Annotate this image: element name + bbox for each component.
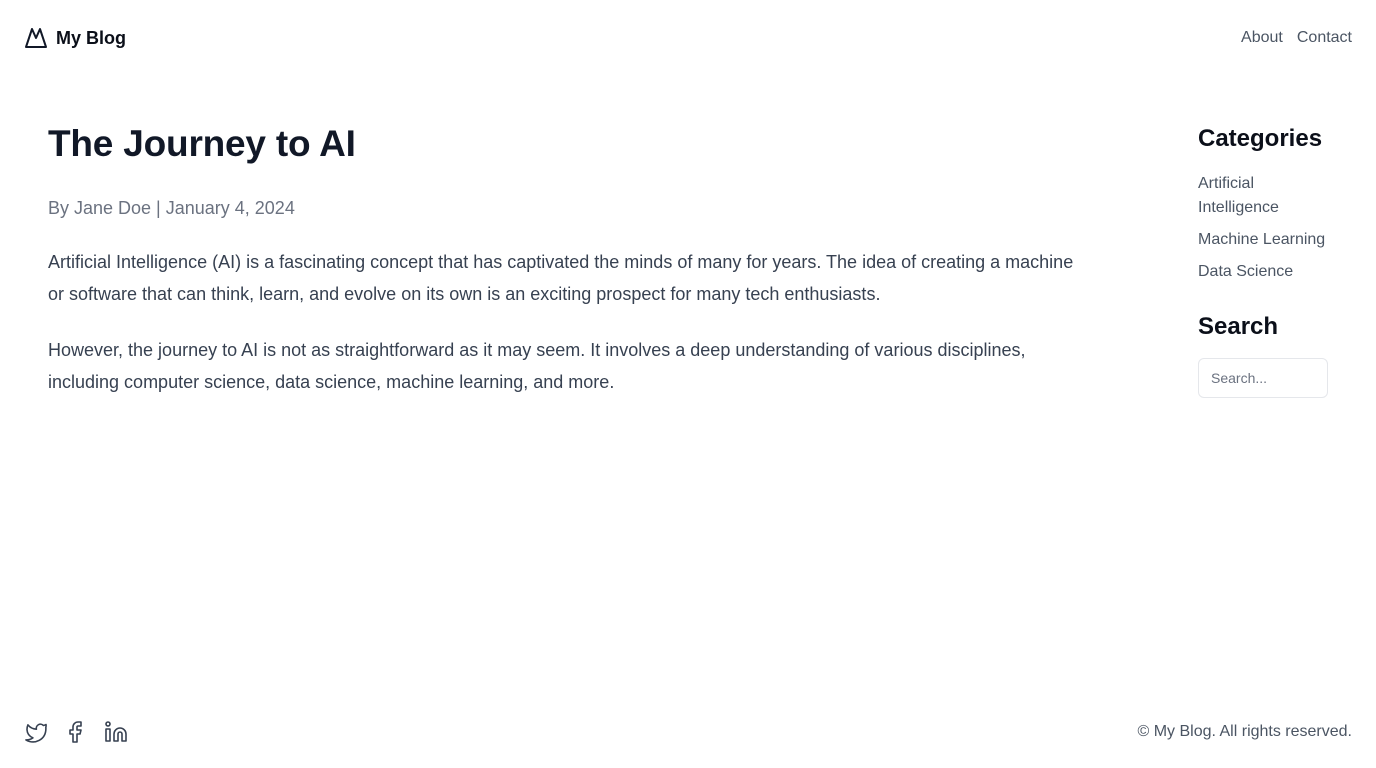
category-item: Artificial Intelligence xyxy=(1198,172,1338,220)
category-item: Data Science xyxy=(1198,260,1338,284)
article-meta: By Jane Doe | January 4, 2024 xyxy=(48,198,295,218)
mountain-logo-icon xyxy=(24,26,48,50)
article-paragraph: Artificial Intelligence (AI) is a fascin… xyxy=(48,252,1074,304)
category-link-machine-learning[interactable]: Machine Learning xyxy=(1198,231,1325,248)
category-link-data-science[interactable]: Data Science xyxy=(1198,263,1293,280)
copyright-text: © My Blog. All rights reserved. xyxy=(1137,723,1352,740)
social-links xyxy=(24,720,128,744)
category-link-artificial-intelligence[interactable]: Artificial Intelligence xyxy=(1198,175,1279,216)
linkedin-icon xyxy=(104,720,128,744)
category-item: Machine Learning xyxy=(1198,228,1338,252)
site-footer: © My Blog. All rights reserved. xyxy=(0,700,1376,768)
article-paragraph: However, the journey to AI is not as str… xyxy=(48,340,1026,392)
article-title: The Journey to AI xyxy=(48,123,356,164)
brand-link[interactable]: My Blog xyxy=(24,26,126,50)
facebook-link[interactable] xyxy=(64,720,88,744)
twitter-icon xyxy=(24,720,48,744)
categories-heading: Categories xyxy=(1198,125,1323,152)
brand-name: My Blog xyxy=(56,28,126,48)
twitter-link[interactable] xyxy=(24,720,48,744)
search-input[interactable] xyxy=(1198,358,1328,398)
article: The Journey to AI By Jane Doe | January … xyxy=(48,120,1088,398)
linkedin-link[interactable] xyxy=(104,720,128,744)
top-nav: About Contact xyxy=(1241,28,1352,48)
search-heading: Search xyxy=(1198,313,1279,340)
sidebar: Categories Artificial Intelligence Machi… xyxy=(1198,122,1338,398)
facebook-icon xyxy=(64,720,88,744)
site-header: My Blog About Contact xyxy=(0,0,1376,76)
categories-list: Artificial Intelligence Machine Learning… xyxy=(1198,172,1338,284)
nav-link-contact[interactable]: Contact xyxy=(1297,28,1352,48)
nav-link-about[interactable]: About xyxy=(1241,28,1283,48)
